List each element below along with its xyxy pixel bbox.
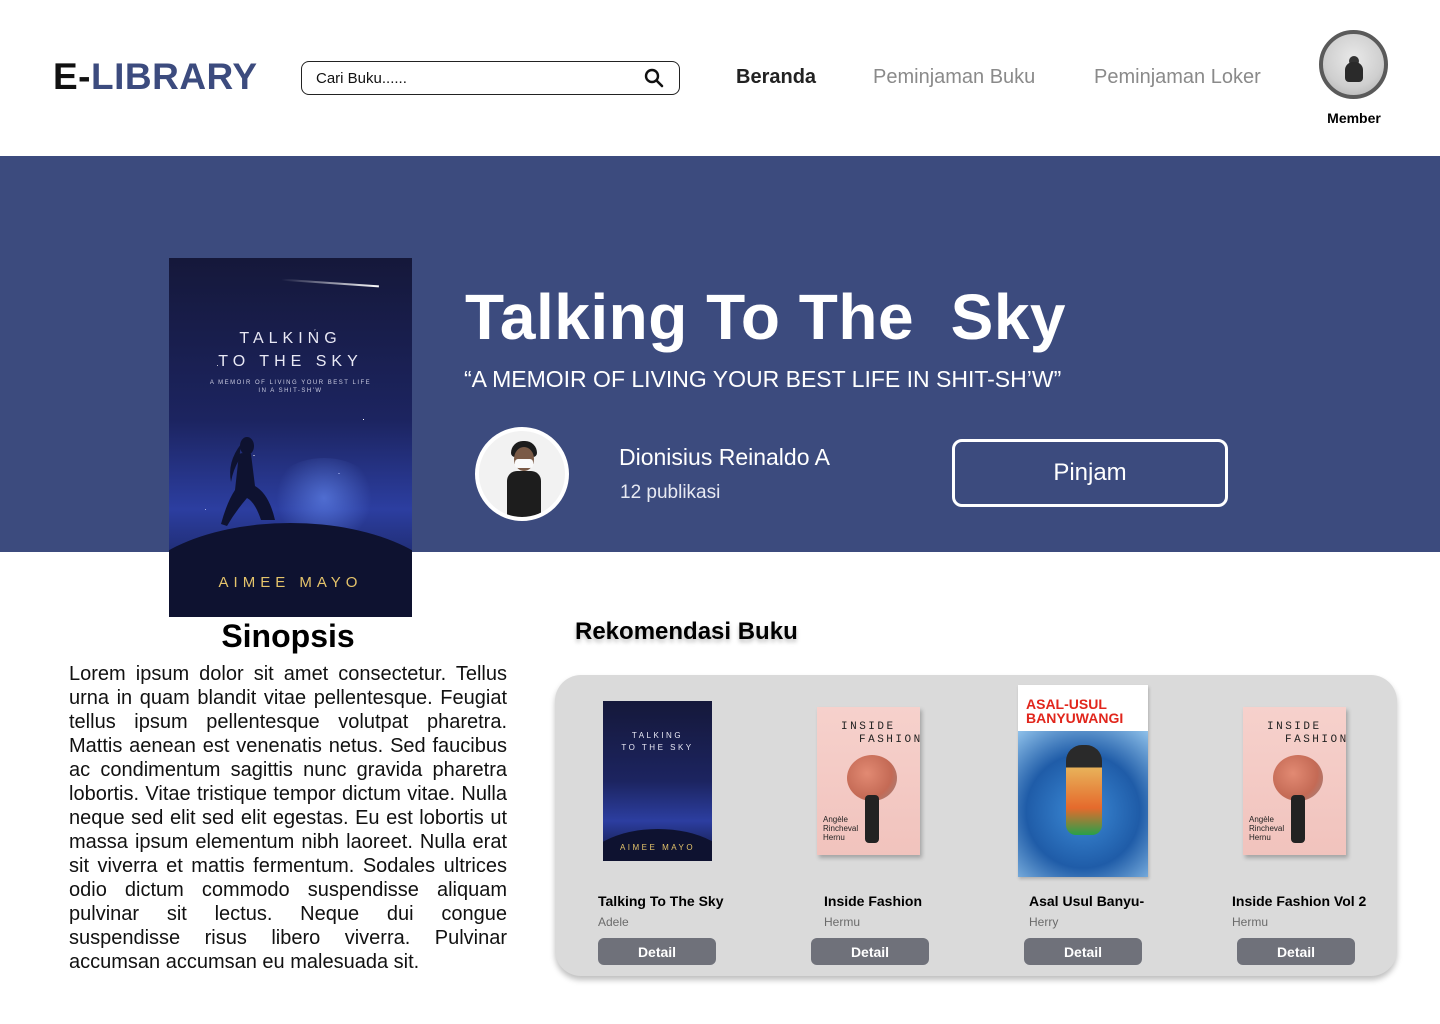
book-card-cover-figure — [1066, 745, 1102, 835]
cover-tagline: A MEMOIR OF LIVING YOUR BEST LIFE IN A S… — [209, 380, 372, 394]
cover-silhouette — [221, 437, 275, 526]
book-card-cover-author: Angèle Rincheval Hernu — [1249, 815, 1285, 842]
book-card-cover[interactable]: INSIDE FASHION Angèle Rincheval Hernu — [1243, 707, 1346, 855]
logo-prefix: E- — [53, 56, 91, 97]
cover-title-line2: TO THE SKY — [218, 353, 363, 370]
user-role-label: Member — [1327, 110, 1381, 126]
nav-beranda[interactable]: Beranda — [736, 66, 816, 89]
book-card-cover-line1: INSIDE — [1267, 721, 1322, 733]
top-header: E-LIBRARY Beranda Peminjaman Buku Peminj… — [0, 0, 1440, 156]
book-card-cover-author: Angèle Rincheval Hernu — [823, 815, 859, 842]
avatar-person — [1345, 62, 1363, 82]
book-card-cover-figure — [1291, 795, 1305, 843]
book-card-cover[interactable]: TALKING TO THE SKY AIMEE MAYO — [603, 701, 712, 861]
book-card-cover[interactable]: ASAL-USUL BANYUWANGI — [1018, 685, 1148, 877]
borrow-button[interactable]: Pinjam — [952, 439, 1228, 507]
search-input[interactable] — [316, 69, 643, 87]
user-avatar[interactable] — [1319, 30, 1388, 99]
book-card-detail-button[interactable]: Detail — [811, 938, 929, 965]
book-card-detail-button[interactable]: Detail — [598, 938, 716, 965]
author-mask — [515, 459, 533, 468]
book-card-title: Inside Fashion Vol 2 — [1232, 893, 1367, 909]
book-cover: TALKING TO THE SKY A MEMOIR OF LIVING YO… — [169, 258, 412, 617]
book-card-cover[interactable]: INSIDE FASHION Angèle Rincheval Hernu — [817, 707, 920, 855]
book-card-title: Inside Fashion — [824, 893, 923, 909]
book-card-author: Hermu — [1232, 915, 1269, 929]
book-title: Talking To The Sky — [465, 281, 1066, 353]
cover-title-line1: TALKING — [239, 330, 342, 347]
synopsis-text: Lorem ipsum dolor sit amet consectetur. … — [69, 663, 507, 973]
app-logo[interactable]: E-LIBRARY — [53, 56, 258, 98]
book-card-cover-line2: TO THE SKY — [621, 743, 694, 752]
cover-author: AIMEE MAYO — [218, 574, 363, 591]
author-avatar[interactable] — [475, 427, 569, 521]
search-box — [301, 61, 680, 95]
book-subtitle: “A MEMOIR OF LIVING YOUR BEST LIFE IN SH… — [464, 366, 1062, 392]
book-card-author: Herry — [1029, 915, 1059, 929]
book-card-detail-button[interactable]: Detail — [1237, 938, 1355, 965]
logo-main: LIBRARY — [91, 56, 258, 97]
search-icon[interactable] — [643, 67, 665, 89]
nav-peminjaman-buku[interactable]: Peminjaman Buku — [873, 66, 1035, 89]
nav-peminjaman-loker[interactable]: Peminjaman Loker — [1094, 66, 1261, 89]
book-card-cover-line2: FASHION — [859, 734, 920, 746]
book-card-detail-button[interactable]: Detail — [1024, 938, 1142, 965]
recommendations-panel: TALKING TO THE SKY AIMEE MAYO Talking To… — [555, 675, 1397, 976]
author-name[interactable]: Dionisius Reinaldo A — [619, 444, 830, 471]
book-card-cover-line1: TALKING — [631, 731, 684, 740]
recommendations-heading: Rekomendasi Buku — [575, 618, 798, 645]
synopsis-heading: Sinopsis — [221, 618, 355, 654]
book-card-cover-line1: ASAL-USUL BANYUWANGI — [1026, 696, 1124, 726]
author-body — [507, 471, 541, 517]
cover-hill — [169, 523, 412, 617]
book-card-title: Asal Usul Banyu- — [1029, 893, 1145, 909]
book-card-author: Hermu — [824, 915, 861, 929]
book-card-cover-line2: FASHION — [1285, 734, 1346, 746]
book-card[interactable]: INSIDE FASHION Angèle Rincheval Hernu In… — [1232, 675, 1417, 976]
book-card[interactable]: ASAL-USUL BANYUWANGI Asal Usul Banyu- He… — [1018, 675, 1204, 976]
book-card-title: Talking To The Sky — [598, 893, 724, 909]
book-card-cover-figure — [865, 795, 879, 843]
book-card-cover-line1: INSIDE — [841, 721, 896, 733]
book-card[interactable]: INSIDE FASHION Angèle Rincheval Hernu In… — [811, 675, 991, 976]
book-card-cover-author: AIMEE MAYO — [619, 843, 696, 852]
book-card-author: Adele — [598, 915, 629, 929]
book-card[interactable]: TALKING TO THE SKY AIMEE MAYO Talking To… — [598, 675, 778, 976]
author-publication-count: 12 publikasi — [620, 482, 721, 503]
